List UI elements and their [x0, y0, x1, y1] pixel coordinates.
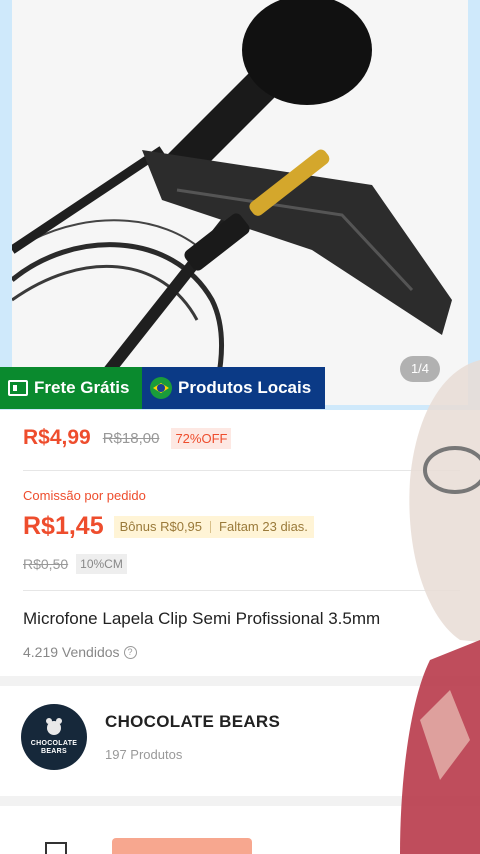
bonus-remaining: Faltam 23 dias.: [219, 519, 308, 534]
video-overlay-person: [400, 360, 480, 854]
truck-icon: [8, 380, 28, 396]
product-title: Microfone Lapela Clip Semi Profissional …: [23, 609, 381, 628]
product-image-gallery[interactable]: 1/4: [0, 0, 480, 410]
divider: [23, 470, 460, 471]
avatar-text-1: CHOCOLATE: [30, 740, 78, 747]
store-icon[interactable]: [45, 842, 67, 854]
shipping-badges: Frete Grátis Produtos Locais: [0, 367, 325, 409]
sold-count: 4.219 Vendidos: [23, 644, 120, 660]
product-image[interactable]: 1/4: [12, 0, 468, 405]
cm-row: R$0,50 10%CM: [23, 554, 127, 574]
original-price: R$18,00: [102, 429, 160, 447]
frete-gratis-label: Frete Grátis: [34, 378, 130, 397]
bonus-text: Bônus R$0,95: [119, 519, 203, 534]
commission-value: R$1,45: [23, 512, 104, 540]
frete-gratis-badge: Frete Grátis: [0, 367, 142, 409]
image-page-indicator: 1/4: [400, 356, 440, 382]
produtos-locais-label: Produtos Locais: [178, 378, 312, 397]
info-icon[interactable]: ?: [123, 645, 137, 659]
shop-name[interactable]: CHOCOLATE BEARS: [105, 712, 280, 732]
section-divider: [0, 796, 480, 806]
commission-label: Comissão por pedido: [23, 488, 146, 503]
microphone-image: [12, 0, 468, 405]
bonus-badge: Bônus R$0,95 Faltam 23 dias.: [113, 515, 314, 538]
divider: [23, 590, 460, 591]
bear-logo-icon: [43, 718, 65, 738]
commission-row: R$1,45 Bônus R$0,95 Faltam 23 dias.: [23, 512, 314, 541]
section-divider: [0, 676, 480, 686]
commission-percent-badge: 10%CM: [76, 554, 127, 574]
shop-avatar[interactable]: CHOCOLATE BEARS: [21, 704, 87, 770]
sold-count-row: 4.219 Vendidos ?: [23, 644, 137, 660]
produtos-locais-badge: Produtos Locais: [142, 367, 325, 409]
shop-product-count: 197 Produtos: [105, 747, 183, 762]
commission-old-value: R$0,50: [23, 556, 69, 572]
avatar-text-2: BEARS: [40, 748, 67, 755]
current-price: R$4,99: [23, 426, 91, 449]
buy-button[interactable]: [112, 838, 252, 854]
price-row: R$4,99 R$18,00 72%OFF: [23, 426, 232, 450]
discount-badge: 72%OFF: [171, 427, 232, 449]
bonus-separator: [210, 520, 212, 533]
brazil-flag-icon: [150, 377, 172, 399]
